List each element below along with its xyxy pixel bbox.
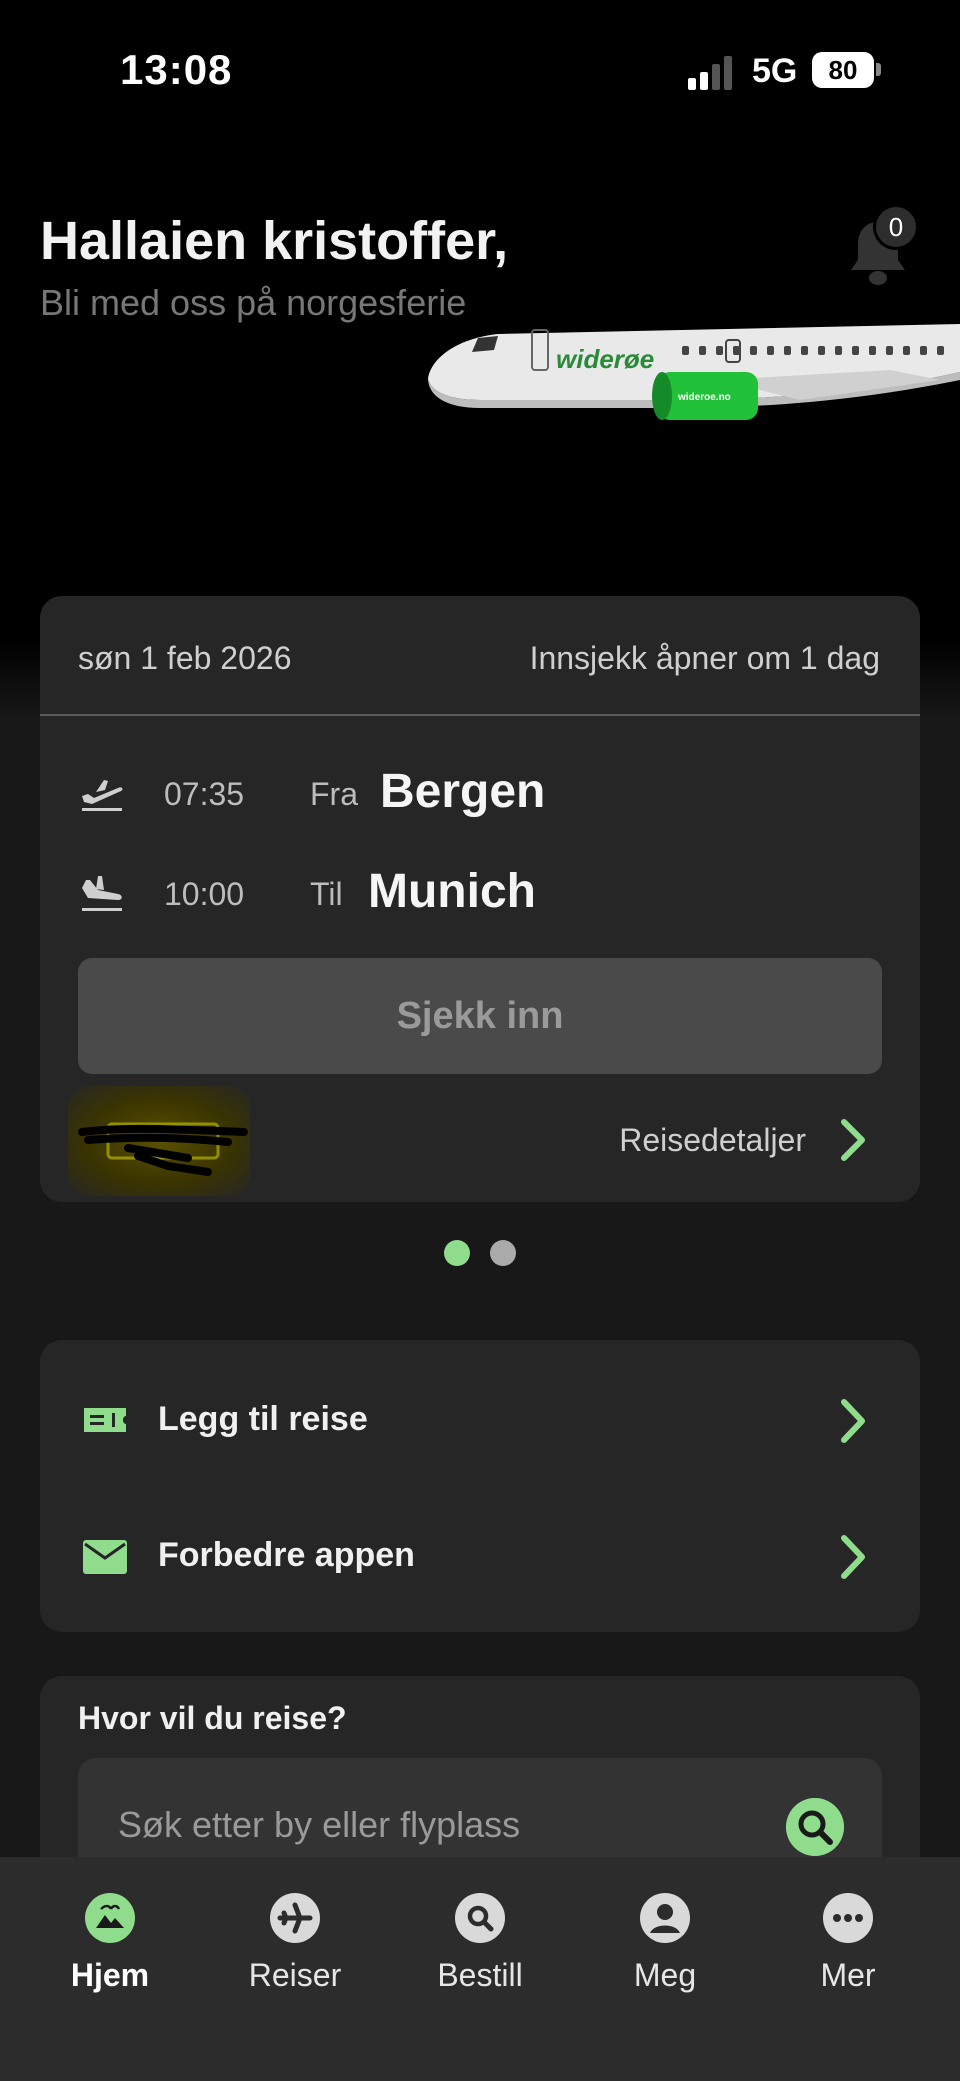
carousel-pager xyxy=(444,1240,516,1266)
actions-card: Legg til reise Forbedre appen xyxy=(40,1340,920,1632)
trip-details-link[interactable]: Reisedetaljer xyxy=(570,1116,870,1166)
status-time: 13:08 xyxy=(120,46,233,93)
status-bar: 13:08 5G 80 xyxy=(0,0,960,140)
greeting-title: Hallaien kristoffer, xyxy=(40,211,509,271)
scribble-mark xyxy=(78,1122,248,1176)
greeting-subtitle: Bli med oss på norgesferie xyxy=(40,282,467,323)
departure-direction: Fra xyxy=(310,776,358,812)
arrival-row: 10:00 Til Munich xyxy=(78,862,878,922)
mail-icon xyxy=(83,1540,127,1574)
user-icon xyxy=(640,1893,690,1943)
tab-more[interactable]: Mer xyxy=(768,1893,928,2013)
departure-row: 07:35 Fra Bergen xyxy=(78,762,878,822)
takeoff-icon xyxy=(82,780,123,811)
improve-app-label: Forbedre appen xyxy=(158,1536,415,1574)
pager-dot[interactable] xyxy=(490,1240,516,1266)
flight-card[interactable]: søn 1 feb 2026 Innsjekk åpner om 1 dag 0… xyxy=(40,596,920,1202)
home-icon xyxy=(85,1893,135,1943)
trip-details-label: Reisedetaljer xyxy=(619,1122,806,1158)
plane-brand: widerøe xyxy=(556,344,654,374)
tab-more-label: Mer xyxy=(820,1957,876,1993)
tab-trips-label: Reiser xyxy=(248,1957,342,1993)
landing-icon xyxy=(82,876,122,911)
search-icon xyxy=(455,1893,505,1943)
search-icon[interactable] xyxy=(786,1798,844,1856)
arrival-time: 10:00 xyxy=(164,876,245,912)
plane-icon xyxy=(270,1893,320,1943)
flight-date: søn 1 feb 2026 xyxy=(78,640,292,676)
pager-dot-active[interactable] xyxy=(444,1240,470,1266)
search-title: Hvor vil du reise? xyxy=(78,1700,347,1736)
search-placeholder: Søk etter by eller flyplass xyxy=(118,1804,521,1845)
ticket-icon xyxy=(84,1408,126,1432)
checkin-button[interactable]: Sjekk inn xyxy=(78,958,882,1074)
tab-me[interactable]: Meg xyxy=(585,1893,745,2013)
add-trip-item[interactable]: Legg til reise xyxy=(40,1360,920,1480)
battery-icon: 80 xyxy=(812,52,874,88)
network-type: 5G xyxy=(752,52,798,90)
tab-home[interactable]: Hjem xyxy=(30,1893,190,2013)
redacted-booking-reference xyxy=(68,1086,250,1196)
tab-book-label: Bestill xyxy=(437,1957,523,1993)
add-trip-label: Legg til reise xyxy=(158,1400,368,1438)
arrival-city: Munich xyxy=(368,865,536,918)
tab-me-label: Meg xyxy=(633,1957,697,1993)
departure-city: Bergen xyxy=(380,765,546,818)
flight-card-header: søn 1 feb 2026 Innsjekk åpner om 1 dag xyxy=(40,596,920,716)
chevron-right-icon xyxy=(841,1399,865,1443)
signal-icon xyxy=(688,56,734,90)
chevron-right-icon xyxy=(841,1119,865,1161)
more-icon xyxy=(823,1893,873,1943)
tab-home-label: Hjem xyxy=(70,1957,150,1993)
plane-engine-text: wideroe.no xyxy=(677,392,731,403)
tab-bar: Hjem Reiser Bestill Meg Mer xyxy=(0,1857,960,2081)
departure-time: 07:35 xyxy=(164,776,245,812)
arrival-direction: Til xyxy=(310,876,343,912)
airplane-illustration: widerøe wideroe.no xyxy=(428,324,960,420)
checkin-opens-info: Innsjekk åpner om 1 dag xyxy=(529,640,880,676)
improve-app-item[interactable]: Forbedre appen xyxy=(40,1496,920,1616)
chevron-right-icon xyxy=(841,1535,865,1579)
battery-cap xyxy=(876,63,881,76)
notification-badge: 0 xyxy=(873,204,919,250)
tab-book[interactable]: Bestill xyxy=(400,1893,560,2013)
tab-trips[interactable]: Reiser xyxy=(215,1893,375,2013)
